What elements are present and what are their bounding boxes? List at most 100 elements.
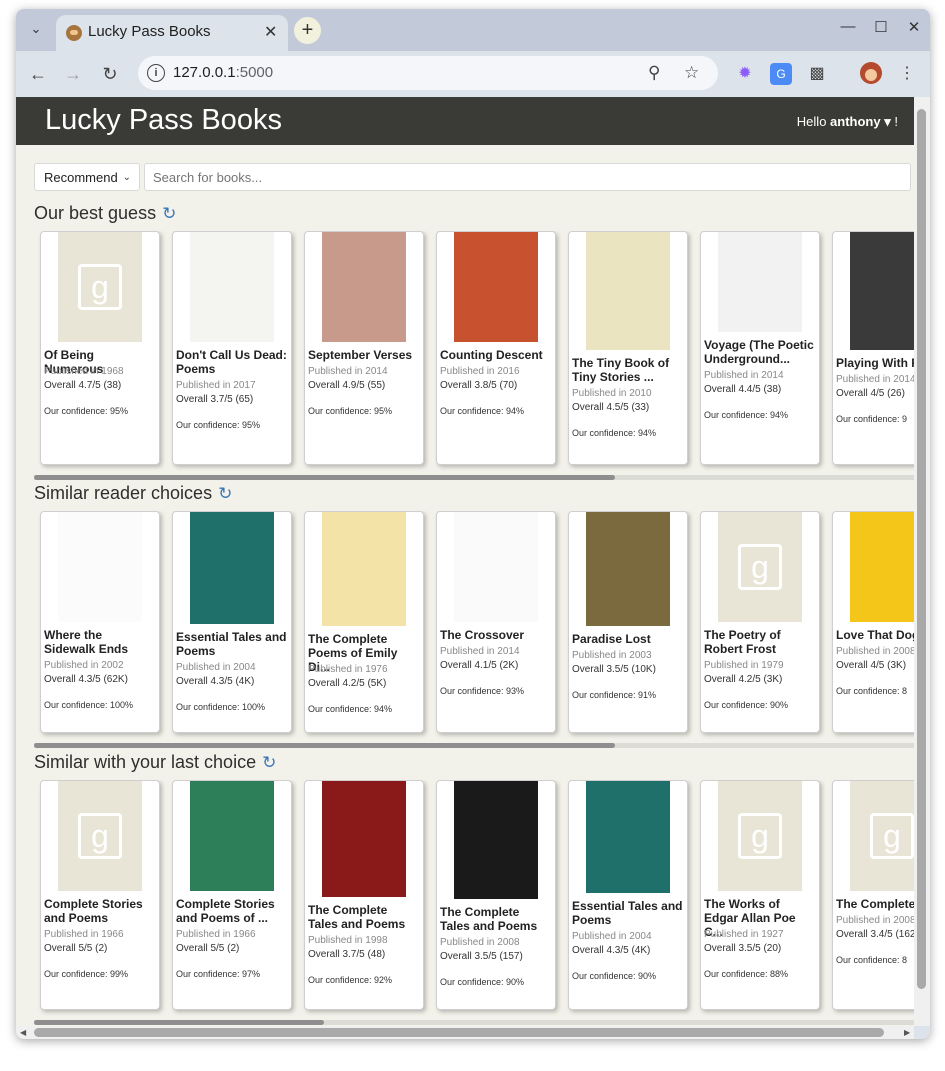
book-cover-image[interactable]: [454, 781, 538, 899]
book-card[interactable]: Essential Tales and Poems Published in 20…: [568, 780, 688, 1010]
book-card[interactable]: g The Works of Edgar Allan Poe C... Publis…: [700, 780, 820, 1010]
book-card[interactable]: Voyage (The Poetic Underground... Publish…: [700, 231, 820, 465]
horizontal-scrollbar[interactable]: ◀ ▶: [16, 1026, 914, 1039]
book-card[interactable]: Love That Dog #1) Published in 2008 Overal…: [832, 511, 914, 733]
book-cover-image[interactable]: [850, 512, 914, 622]
book-card[interactable]: Complete Stories and Poems of ... Publish…: [172, 780, 292, 1010]
book-card[interactable]: Essential Tales and Poems Published in 20…: [172, 511, 292, 733]
book-card[interactable]: The Tiny Book of Tiny Stories ... Publish…: [568, 231, 688, 465]
book-card[interactable]: The Complete Tales and Poems Published in…: [436, 780, 556, 1010]
sort-select[interactable]: Recommend ⌄: [34, 163, 140, 191]
book-title[interactable]: Love That Dog #1): [836, 628, 914, 642]
extensions-puzzle-icon[interactable]: ▩: [806, 63, 828, 85]
new-tab-button[interactable]: +: [294, 17, 321, 44]
book-card[interactable]: Counting Descent Published in 2016 Overall…: [436, 231, 556, 465]
vertical-scrollbar[interactable]: [914, 97, 930, 1026]
book-cover-image[interactable]: [322, 232, 406, 342]
book-cover-image[interactable]: [586, 512, 670, 626]
browser-tab[interactable]: Lucky Pass Books ✕: [56, 15, 288, 51]
refresh-icon[interactable]: ↻: [262, 753, 276, 773]
minimize-icon[interactable]: —: [838, 18, 858, 35]
book-card[interactable]: g Of Being Numerous Published in 1968 Overa…: [40, 231, 160, 465]
book-cover-image[interactable]: g: [58, 232, 142, 342]
ai-extension-icon[interactable]: ✹: [734, 63, 756, 85]
row-scrollbar[interactable]: [34, 743, 914, 748]
book-card[interactable]: The Complete Tales and Poems Published in…: [304, 780, 424, 1010]
site-info-icon[interactable]: i: [147, 64, 165, 82]
book-cover-image[interactable]: g: [850, 781, 914, 891]
book-cover-image[interactable]: [586, 781, 670, 893]
book-cover-image[interactable]: [322, 781, 406, 897]
book-cover-image[interactable]: [586, 232, 670, 350]
book-card[interactable]: g The Poetry of Robert Frost Published in …: [700, 511, 820, 733]
book-title[interactable]: The Complete: [836, 897, 914, 911]
book-cover-image[interactable]: [454, 512, 538, 622]
translate-icon[interactable]: G: [770, 63, 792, 85]
book-title[interactable]: The Complete Tales and Poems: [440, 905, 552, 933]
back-arrow-icon[interactable]: ←: [26, 62, 50, 86]
book-placeholder-icon: g: [78, 813, 122, 859]
book-card[interactable]: The Crossover Published in 2014 Overall 4.…: [436, 511, 556, 733]
book-title[interactable]: Essential Tales and Poems: [176, 630, 288, 658]
scroll-left-arrow-icon[interactable]: ◀: [20, 1028, 26, 1037]
book-title[interactable]: Complete Stories and Poems: [44, 897, 156, 925]
book-title[interactable]: Where the Sidewalk Ends: [44, 628, 156, 656]
book-cover-image[interactable]: g: [718, 512, 802, 622]
book-title[interactable]: The Poetry of Robert Frost: [704, 628, 816, 656]
book-card[interactable]: g The Complete Published in 2008 Overall 3.…: [832, 780, 914, 1010]
book-title[interactable]: September Verses: [308, 348, 420, 362]
maximize-icon[interactable]: ☐: [871, 18, 891, 36]
reload-icon[interactable]: ↻: [98, 62, 122, 86]
book-title[interactable]: Don't Call Us Dead: Poems: [176, 348, 288, 376]
menu-kebab-icon[interactable]: ⋮: [896, 63, 918, 85]
user-menu-dropdown[interactable]: anthony ▾: [830, 114, 891, 129]
profile-avatar[interactable]: [860, 62, 882, 84]
book-cover-image[interactable]: g: [718, 781, 802, 891]
book-cover-image[interactable]: [190, 512, 274, 624]
book-cover-image[interactable]: [850, 232, 914, 350]
book-cover-image[interactable]: [322, 512, 406, 626]
vertical-scroll-thumb[interactable]: [917, 109, 926, 989]
book-cover-image[interactable]: [190, 781, 274, 891]
row-scroll-thumb[interactable]: [34, 475, 615, 480]
book-card[interactable]: The Complete Poems of Emily Di... Publish…: [304, 511, 424, 733]
bookmark-star-icon[interactable]: ☆: [684, 63, 699, 83]
book-card[interactable]: September Verses Published in 2014 Overall…: [304, 231, 424, 465]
row-scrollbar[interactable]: [34, 1020, 914, 1025]
scroll-right-arrow-icon[interactable]: ▶: [904, 1028, 910, 1037]
book-cover-image[interactable]: [454, 232, 538, 342]
row-scroll-thumb[interactable]: [34, 1020, 324, 1025]
search-input[interactable]: [144, 163, 911, 191]
book-cover-image[interactable]: [190, 232, 274, 342]
book-title[interactable]: Complete Stories and Poems of ...: [176, 897, 288, 925]
book-title[interactable]: The Crossover: [440, 628, 552, 642]
book-title[interactable]: Voyage (The Poetic Underground...: [704, 338, 816, 366]
address-bar[interactable]: i 127.0.0.1:5000 ⚲ ☆: [138, 56, 718, 90]
row-scroll-thumb[interactable]: [34, 743, 615, 748]
book-title[interactable]: Paradise Lost: [572, 632, 684, 646]
forward-arrow-icon[interactable]: →: [61, 62, 85, 86]
refresh-icon[interactable]: ↻: [218, 484, 232, 504]
book-card[interactable]: Paradise Lost Published in 2003 Overall 3.…: [568, 511, 688, 733]
tab-close-icon[interactable]: ✕: [264, 22, 277, 42]
refresh-icon[interactable]: ↻: [162, 204, 176, 224]
zoom-icon[interactable]: ⚲: [648, 63, 660, 83]
book-cover-image[interactable]: [718, 232, 802, 332]
book-cover-image[interactable]: [58, 512, 142, 622]
book-card[interactable]: g Complete Stories and Poems Published in …: [40, 780, 160, 1010]
book-card[interactable]: Where the Sidewalk Ends Published in 2002…: [40, 511, 160, 733]
window-close-icon[interactable]: ✕: [904, 18, 924, 36]
book-title[interactable]: The Complete Tales and Poems: [308, 903, 420, 931]
url-text[interactable]: 127.0.0.1:5000: [173, 64, 273, 81]
book-title[interactable]: Essential Tales and Poems: [572, 899, 684, 927]
book-title[interactable]: Playing With F: [836, 356, 914, 370]
book-title[interactable]: The Tiny Book of Tiny Stories ...: [572, 356, 684, 384]
tab-search-chevron-icon[interactable]: ⌄: [26, 19, 46, 39]
row-scrollbar[interactable]: [34, 475, 914, 480]
horizontal-scroll-thumb[interactable]: [34, 1028, 884, 1037]
book-card[interactable]: Don't Call Us Dead: Poems Published in 20…: [172, 231, 292, 465]
book-title[interactable]: Counting Descent: [440, 348, 552, 362]
book-card[interactable]: Playing With F Published in 2014 Overall 4…: [832, 231, 914, 465]
book-cover-image[interactable]: g: [58, 781, 142, 891]
site-brand[interactable]: Lucky Pass Books: [45, 104, 282, 137]
